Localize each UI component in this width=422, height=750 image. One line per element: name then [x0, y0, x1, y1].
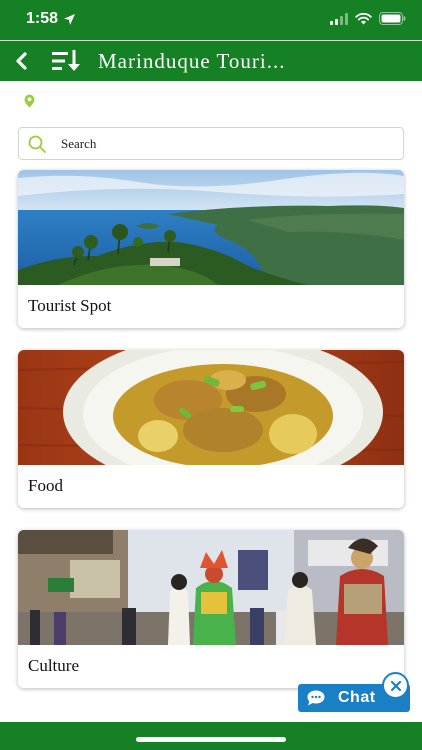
moriones-festival-photo — [18, 530, 404, 645]
close-icon — [390, 680, 401, 691]
sort-list-icon — [52, 50, 80, 71]
status-time: 1:58 — [26, 10, 76, 28]
location-arrow-icon — [64, 13, 76, 25]
chat-bubble-icon — [307, 690, 325, 706]
cellular-signal-icon — [330, 12, 348, 25]
search-input[interactable] — [61, 135, 361, 152]
card-label: Tourist Spot — [28, 296, 112, 315]
bottom-bar — [0, 722, 422, 750]
card-label: Culture — [28, 656, 79, 675]
map-pin-icon — [24, 94, 35, 108]
category-card-food[interactable]: Food — [18, 350, 404, 508]
coastline-landscape-photo — [18, 170, 404, 285]
search-icon — [28, 135, 46, 153]
page-title: Marinduque Touri... — [98, 48, 286, 73]
back-button[interactable] — [2, 41, 42, 81]
chat-label: Chat — [338, 689, 376, 706]
status-bar: 1:58 — [0, 0, 422, 40]
curry-dish-photo — [18, 350, 404, 465]
home-indicator[interactable] — [136, 737, 286, 742]
wifi-icon — [355, 12, 372, 24]
category-card-culture[interactable]: Culture — [18, 530, 404, 688]
status-time-text: 1:58 — [26, 10, 59, 27]
chat-close-button[interactable] — [382, 672, 409, 699]
category-card-tourist-spot[interactable]: Tourist Spot — [18, 170, 404, 328]
battery-icon — [379, 12, 406, 25]
chevron-left-icon — [16, 52, 27, 70]
location-marker[interactable] — [24, 94, 35, 113]
search-bar[interactable] — [18, 127, 404, 160]
app-header: Marinduque Touri... — [0, 41, 422, 81]
card-label: Food — [28, 476, 63, 495]
sort-button[interactable] — [46, 41, 86, 81]
status-indicators — [330, 12, 406, 25]
